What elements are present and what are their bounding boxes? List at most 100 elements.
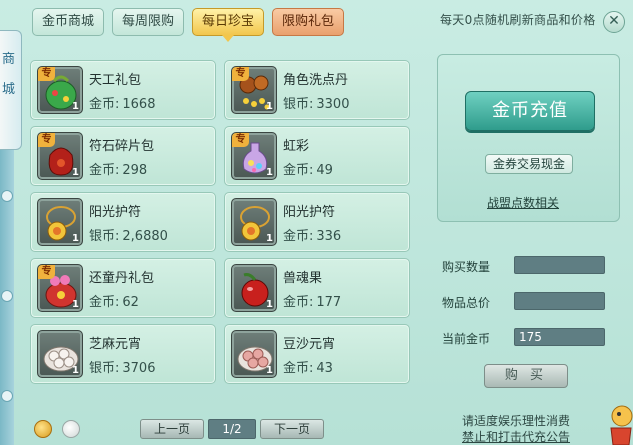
shop-window: 商城 金币商城 每周限购 每日珍宝 限购礼包 每天0点随机刷新商品和价格 ✕ 专… [0,0,633,445]
gold-recharge-button[interactable]: 金币充值 [465,91,595,131]
page-indicator: 1/2 [208,419,256,439]
item-price-value: 177 [316,295,342,310]
item-price: 金币: 298 [89,159,147,178]
item-qty: 1 [266,299,273,310]
total-price-label: 物品总价 [442,296,491,310]
item-currency: 银币: [89,229,120,244]
item-qty: 1 [266,233,273,244]
item-card[interactable]: 专 1 符石碎片包金币: 298 [30,126,216,186]
buy-qty-field[interactable] [514,256,605,274]
item-qty: 1 [72,167,79,178]
refresh-notice: 每天0点随机刷新商品和价格 [440,13,596,27]
ornament-icon [1,190,13,202]
item-price-value: 49 [316,163,333,178]
item-slot: 1 [37,330,83,378]
item-price-value: 3300 [316,97,350,112]
item-name: 芝麻元宵 [89,337,142,352]
alliance-points-link[interactable]: 战盟点数相关 [487,194,559,211]
tab-daily-treasure[interactable]: 每日珍宝 [192,8,265,42]
item-currency: 金币: [283,229,314,244]
item-currency: 金币: [283,295,314,310]
tip-line: 请适度娱乐理性消费 [462,414,571,428]
next-page-button[interactable]: 下一页 [260,419,324,439]
item-card[interactable]: 专 1 天工礼包金币: 1668 [30,60,216,120]
item-card[interactable]: 1 兽魂果 金币: 177 [224,258,410,318]
item-price: 金币: 49 [283,159,333,178]
side-tab-label: 商城 [2,52,16,97]
pearl-icon[interactable] [62,420,80,438]
item-card[interactable]: 专 1 还童丹礼包 金币: 62 [30,258,216,318]
buy-qty-label: 购买数量 [442,260,491,274]
coin-search-icon[interactable] [34,420,52,438]
current-gold-label: 当前金币 [442,332,491,346]
item-name: 符石碎片包 [89,139,155,154]
item-card[interactable]: 专 1 角色洗点丹 银币: 3300 [224,60,410,120]
item-name: 豆沙元宵 [283,337,336,352]
close-button[interactable]: ✕ [603,11,625,33]
exclusive-badge: 专 [232,133,249,147]
item-qty: 1 [72,365,79,376]
item-slot: 1 [231,264,277,312]
pager: 上一页 1/2 下一页 [140,419,324,439]
item-card[interactable]: 1 豆沙元宵金币: 43 [224,324,410,384]
item-name: 天工礼包 [89,73,142,88]
item-card[interactable]: 专 1 虹彩金币: 49 [224,126,410,186]
item-slot: 专1 [37,66,83,114]
exclusive-badge: 专 [38,133,55,147]
bottom-icons [34,420,80,438]
item-qty: 1 [266,365,273,376]
exclusive-badge: 专 [38,67,55,81]
item-currency: 银币: [283,97,314,112]
ornament-icon [1,390,13,402]
item-card[interactable]: 1 芝麻元宵银币: 3706 [30,324,216,384]
item-currency: 金币: [283,361,314,376]
item-price: 金币: 43 [283,357,333,376]
side-decoration [0,150,14,445]
item-price: 金币: 177 [283,291,341,310]
item-name: 虹彩 [283,139,310,154]
item-slot: 1 [37,198,83,246]
tips: 请适度娱乐理性消费 禁止和打击代充公告 [462,413,570,445]
current-gold-field: 175 [514,328,605,346]
item-card[interactable]: 1 阳光护符金币: 336 [224,192,410,252]
item-currency: 金币: [89,97,120,112]
item-card[interactable]: 1 阳光护符银币: 2,6880 [30,192,216,252]
item-name: 还童丹礼包 [89,271,155,286]
tab-gold-shop[interactable]: 金币商城 [32,8,105,36]
buy-button[interactable]: 购 买 [484,364,568,388]
item-name: 阳光护符 [89,205,142,220]
tip-line-link[interactable]: 禁止和打击代充公告 [462,429,570,445]
item-qty: 1 [72,233,79,244]
shop-tabs: 金币商城 每周限购 每日珍宝 限购礼包 [32,8,345,42]
item-currency: 金币: [89,295,120,310]
coupon-trade-button[interactable]: 金券交易现金 [485,154,573,174]
item-slot: 专1 [37,264,83,312]
item-price: 金币: 1668 [89,93,155,112]
item-slot: 1 [231,330,277,378]
item-price: 金币: 336 [283,225,341,244]
item-currency: 金币: [89,163,120,178]
item-price: 银币: 2,6880 [89,225,168,244]
total-price-field [514,292,605,310]
tab-weekly-limit[interactable]: 每周限购 [112,8,185,36]
item-slot: 专1 [231,66,277,114]
exclusive-badge: 专 [232,67,249,81]
prev-page-button[interactable]: 上一页 [140,419,204,439]
item-grid: 专 1 天工礼包 金币: 1668 专 1 角色洗点丹 银币: 3300 专 1 符石碎片包 金币: 298… [30,60,420,388]
item-currency: 金币: [283,163,314,178]
tab-limited-pack[interactable]: 限购礼包 [272,8,345,36]
item-price-value: 3706 [122,361,156,376]
item-price: 银币: 3300 [283,93,349,112]
item-price: 银币: 3706 [89,357,155,376]
item-slot: 专1 [231,132,277,180]
item-name: 阳光护符 [283,205,336,220]
recharge-panel: 金币充值 金券交易现金 战盟点数相关 [437,54,620,222]
item-price-value: 43 [316,361,333,376]
ornament-icon [1,290,13,302]
exclusive-badge: 专 [38,265,55,279]
side-tab-shop[interactable]: 商城 [0,30,22,150]
item-price-value: 298 [122,163,148,178]
item-price-value: 336 [316,229,342,244]
item-qty: 1 [72,299,79,310]
item-price-value: 62 [122,295,139,310]
